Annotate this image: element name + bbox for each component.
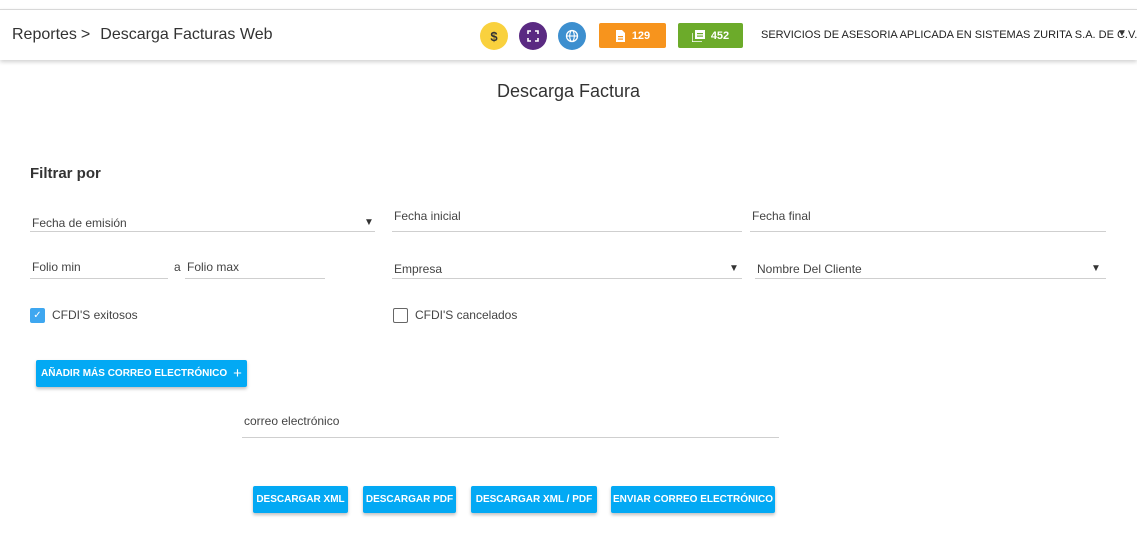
dollar-icon: $	[490, 28, 498, 44]
end-date-placeholder: Fecha final	[752, 209, 811, 223]
stamps-count: 452	[710, 29, 730, 42]
company-selector[interactable]: SERVICIOS DE ASESORIA APLICADA EN SISTEM…	[761, 29, 1137, 41]
plus-icon: +	[233, 365, 242, 382]
date-type-value: Fecha de emisión	[32, 216, 127, 230]
check-icon: ✓	[33, 310, 42, 321]
caret-down-icon: ▼	[1091, 263, 1101, 274]
cfdi-cancelled-label: CFDI'S cancelados	[415, 308, 518, 322]
folio-min-input[interactable]: Folio min	[30, 258, 168, 279]
breadcrumb-root[interactable]: Reportes	[12, 26, 77, 43]
download-xml-pdf-button[interactable]: DESCARGAR XML / PDF	[471, 486, 597, 513]
company-placeholder: Empresa	[394, 262, 443, 276]
page-title: Descarga Factura	[496, 81, 641, 101]
cfdi-cancelled-checkbox[interactable]	[393, 308, 408, 323]
company-select[interactable]: Empresa ▼	[392, 259, 742, 279]
add-email-button[interactable]: AÑADIR MÁS CORREO ELECTRÓNICO +	[36, 360, 247, 387]
start-date-placeholder: Fecha inicial	[394, 209, 461, 223]
breadcrumb: Reportes > Descarga Facturas Web	[12, 26, 272, 44]
documents-badge[interactable]: 129	[599, 23, 666, 48]
end-date-input[interactable]: Fecha final	[750, 207, 1106, 232]
download-xml-button[interactable]: DESCARGAR XML	[253, 486, 348, 513]
fullscreen-icon	[527, 30, 539, 42]
folio-range-separator: a	[174, 260, 181, 274]
client-select[interactable]: Nombre Del Cliente ▼	[755, 259, 1106, 279]
globe-icon	[565, 29, 579, 43]
client-placeholder: Nombre Del Cliente	[757, 262, 862, 276]
email-placeholder: correo electrónico	[244, 414, 340, 428]
document-icon	[615, 29, 625, 42]
email-input[interactable]: correo electrónico	[242, 411, 779, 438]
balance-button[interactable]: $	[480, 22, 508, 50]
documents-count: 129	[631, 29, 651, 42]
download-pdf-button[interactable]: DESCARGAR PDF	[363, 486, 456, 513]
caret-down-icon: ▼	[364, 217, 374, 228]
folio-max-input[interactable]: Folio max	[185, 258, 325, 279]
top-bar: Reportes > Descarga Facturas Web $ 129 45	[0, 9, 1137, 60]
folio-min-placeholder: Folio min	[32, 260, 81, 274]
scan-button[interactable]	[519, 22, 547, 50]
date-type-select[interactable]: Fecha de emisión ▼	[30, 213, 375, 232]
folio-max-placeholder: Folio max	[187, 260, 240, 274]
stamps-badge[interactable]: 452	[678, 23, 743, 48]
caret-down-icon[interactable]: ▼	[1117, 28, 1127, 39]
web-button[interactable]	[558, 22, 586, 50]
start-date-input[interactable]: Fecha inicial	[392, 207, 742, 232]
library-icon	[691, 29, 705, 42]
breadcrumb-separator: >	[80, 26, 91, 43]
add-email-label: AÑADIR MÁS CORREO ELECTRÓNICO	[41, 368, 228, 379]
filter-heading: Filtrar por	[30, 165, 101, 182]
cfdi-success-label: CFDI'S exitosos	[52, 308, 138, 322]
breadcrumb-current: Descarga Facturas Web	[100, 26, 273, 43]
cfdi-success-checkbox[interactable]: ✓	[30, 308, 45, 323]
send-email-button[interactable]: ENVIAR CORREO ELECTRÓNICO	[611, 486, 775, 513]
caret-down-icon: ▼	[729, 263, 739, 274]
